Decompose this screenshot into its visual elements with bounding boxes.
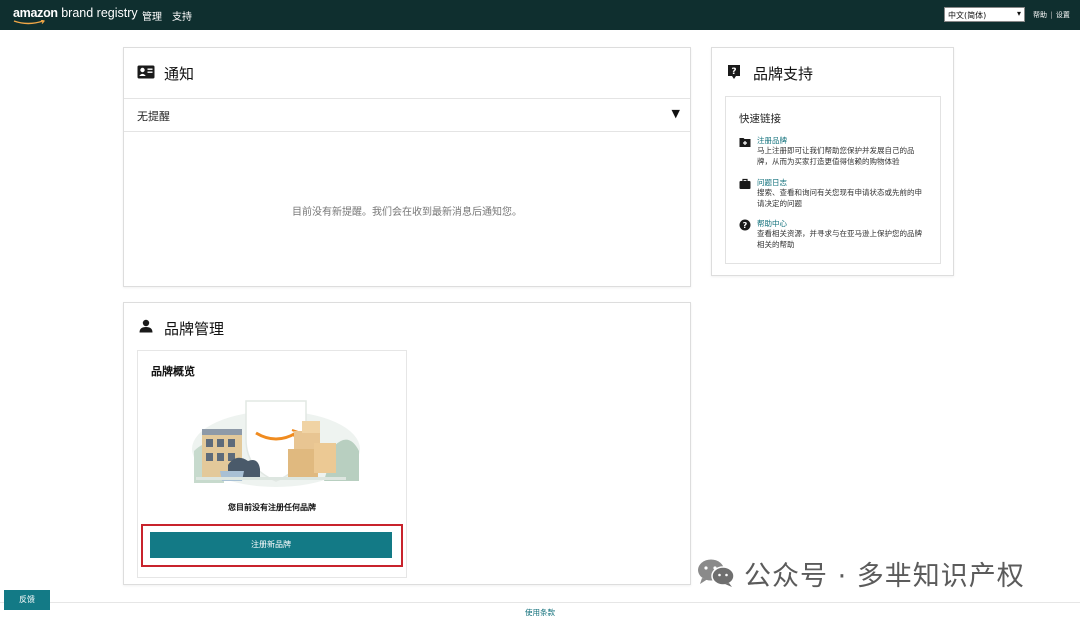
brand-overview-title: 品牌概览 — [151, 365, 195, 378]
watermark-text: 公众号 · 多芈知识产权 — [744, 560, 1025, 592]
footer-divider — [0, 602, 1080, 603]
amazon-brand-registry-logo[interactable]: amazon brand registry — [13, 6, 138, 25]
quick-links-title: 快速链接 — [739, 113, 781, 125]
quick-links-box: 快速链接 注册品牌 马上注册即可让我们帮助您保护并发展自己的品牌，从而为买家打造… — [725, 96, 941, 264]
no-brands-message: 您目前没有注册任何品牌 — [228, 503, 316, 512]
brand-management-title: 品牌管理 — [164, 320, 225, 338]
folder-plus-icon — [739, 138, 751, 147]
link-separator: | — [1050, 11, 1053, 19]
chevron-down-icon: ▾ — [1016, 9, 1021, 18]
logo-product-text: brand registry — [61, 6, 138, 20]
notification-filter-dropdown[interactable]: 无提醒 ▼ — [124, 98, 690, 132]
logo-brand-text: amazon — [13, 6, 58, 20]
help-link[interactable]: 帮助 — [1033, 11, 1047, 19]
register-brand-description: 马上注册即可让我们帮助您保护并发展自己的品牌，从而为买家打造更值得信赖的购物体验 — [757, 146, 915, 166]
brand-protection-illustration — [192, 400, 360, 487]
nav-manage[interactable]: 管理 — [142, 8, 162, 23]
notifications-empty-message: 目前没有新提醒。我们会在收到最新消息后通知您。 — [292, 207, 522, 218]
svg-text:?: ? — [743, 221, 748, 230]
briefcase-icon — [739, 178, 751, 189]
notification-filter-label: 无提醒 — [137, 110, 170, 123]
nav-support[interactable]: 支持 — [172, 8, 192, 23]
wechat-watermark: 公众号 · 多芈知识产权 — [696, 556, 1025, 592]
svg-text:?: ? — [731, 67, 736, 77]
highlight-annotation-box — [141, 524, 403, 567]
top-navigation-bar: amazon brand registry 管理 支持 中文(简体) ▾ 帮助 … — [0, 0, 1080, 30]
settings-link[interactable]: 设置 — [1056, 11, 1070, 19]
language-select[interactable]: 中文(简体) ▾ — [944, 7, 1025, 22]
help-center-description: 查看相关资源，并寻求与在亚马逊上保护您的品牌相关的帮助 — [757, 229, 922, 249]
notifications-title: 通知 — [164, 65, 195, 83]
wechat-icon — [698, 559, 735, 587]
amazon-smile-icon — [13, 20, 46, 25]
id-card-icon — [137, 65, 155, 79]
help-badge-icon: ? — [728, 65, 740, 79]
notifications-card: 通知 无提醒 ▼ 目前没有新提醒。我们会在收到最新消息后通知您。 — [123, 47, 691, 287]
top-links: 帮助 | 设置 — [1033, 10, 1070, 20]
brand-support-title: 品牌支持 — [753, 65, 814, 83]
terms-of-use-link[interactable]: 使用条款 — [0, 607, 1080, 618]
brand-support-card: ? 品牌支持 快速链接 注册品牌 马上注册即可让我们帮助您保护并发展自己的品牌，… — [711, 47, 954, 276]
person-icon — [139, 319, 153, 333]
help-circle-icon: ? — [739, 219, 751, 231]
triangle-down-icon: ▼ — [671, 107, 680, 120]
case-log-description: 搜索、查看和询问有关您现有申请状态或先前的申请决定的问题 — [757, 188, 922, 208]
language-selected-value: 中文(简体) — [948, 11, 987, 20]
